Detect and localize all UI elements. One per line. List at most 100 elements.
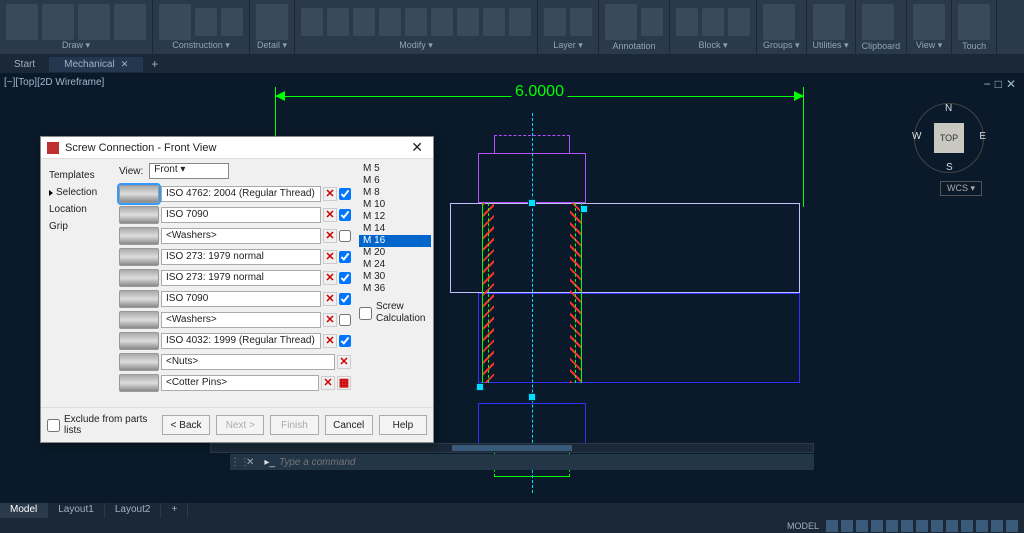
transparency-icon[interactable] — [916, 520, 928, 532]
viewcube-south[interactable]: S — [946, 162, 953, 173]
part-checkbox[interactable] — [339, 335, 351, 347]
part-checkbox[interactable] — [339, 293, 351, 305]
close-icon[interactable]: ✕ — [121, 59, 129, 70]
tab-mechanical[interactable]: Mechanical ✕ — [50, 57, 143, 72]
part-extra-button[interactable]: ▦ — [337, 376, 351, 390]
isolate-icon[interactable] — [961, 520, 973, 532]
ribbon-label-utilities[interactable]: Utilities ▾ — [813, 40, 849, 51]
measure-icon[interactable] — [813, 4, 845, 40]
part-field[interactable]: <Nuts> — [161, 354, 335, 370]
layer-icon[interactable] — [544, 8, 566, 36]
part-checkbox[interactable] — [339, 188, 351, 200]
part-thumbnail[interactable] — [119, 374, 159, 392]
restore-icon[interactable]: □ — [995, 77, 1002, 91]
size-option[interactable]: M 24 — [359, 259, 431, 271]
copy-icon[interactable] — [327, 8, 349, 36]
size-option[interactable]: M 20 — [359, 247, 431, 259]
base-view-icon[interactable] — [913, 4, 945, 40]
part-thumbnail[interactable] — [119, 248, 159, 266]
sidebar-item-location[interactable]: Location — [47, 201, 107, 218]
cmdline-close-icon[interactable]: ✕ — [240, 457, 260, 468]
hardware-accel-icon[interactable] — [976, 520, 988, 532]
ribbon-label-detail[interactable]: Detail ▾ — [256, 40, 288, 51]
grid-snap-icon[interactable] — [826, 520, 838, 532]
ribbon-label-groups[interactable]: Groups ▾ — [763, 40, 800, 51]
viewcube-face-top[interactable]: TOP — [934, 123, 964, 153]
wcs-badge[interactable]: WCS ▾ — [940, 181, 982, 196]
osnap-icon[interactable] — [871, 520, 883, 532]
back-button[interactable]: < Back — [162, 415, 210, 435]
construction-lines-icon[interactable] — [159, 4, 191, 40]
layout-tab-add[interactable]: + — [161, 503, 188, 518]
part-field[interactable]: ISO 273: 1979 normal — [161, 270, 321, 286]
arc-tool-icon[interactable] — [114, 4, 146, 40]
viewcube-east[interactable]: E — [979, 131, 986, 142]
polar-icon[interactable] — [856, 520, 868, 532]
ribbon-label-block[interactable]: Block ▾ — [676, 40, 750, 51]
part-field[interactable]: ISO 4032: 1999 (Regular Thread) — [161, 333, 321, 349]
ortho-icon[interactable] — [841, 520, 853, 532]
view-select[interactable]: Front ▾ — [149, 163, 229, 179]
clean-screen-icon[interactable] — [991, 520, 1003, 532]
ribbon-label-clipboard[interactable]: Clipboard — [862, 41, 901, 51]
help-button[interactable]: Help — [379, 415, 427, 435]
exclude-checkbox[interactable] — [47, 419, 60, 432]
finish-button[interactable]: Finish — [270, 415, 318, 435]
customize-icon[interactable] — [1006, 520, 1018, 532]
mirror-icon[interactable] — [405, 8, 427, 36]
ribbon-label-layer[interactable]: Layer ▾ — [544, 40, 592, 51]
size-option[interactable]: M 5 — [359, 163, 431, 175]
group-icon[interactable] — [763, 4, 795, 40]
part-field[interactable]: <Cotter Pins> — [161, 375, 319, 391]
hide-situation-icon[interactable] — [256, 4, 288, 40]
part-field[interactable]: ISO 273: 1979 normal — [161, 249, 321, 265]
viewcube-north[interactable]: N — [945, 103, 952, 114]
close-viewport-icon[interactable]: ✕ — [1006, 77, 1016, 91]
part-thumbnail[interactable] — [119, 185, 159, 203]
circle-tool-icon[interactable] — [78, 4, 110, 40]
polyline-tool-icon[interactable] — [42, 4, 74, 40]
touch-icon[interactable] — [958, 4, 990, 40]
scale-icon[interactable] — [483, 8, 505, 36]
part-checkbox[interactable] — [339, 230, 351, 242]
size-option[interactable]: M 36 — [359, 283, 431, 295]
ribbon-label-modify[interactable]: Modify ▾ — [301, 40, 531, 51]
remove-part-icon[interactable]: ✕ — [323, 292, 337, 306]
part-thumbnail[interactable] — [119, 290, 159, 308]
otrack-icon[interactable] — [886, 520, 898, 532]
mode-icon[interactable] — [221, 8, 243, 36]
next-button[interactable]: Next > — [216, 415, 264, 435]
dialog-close-icon[interactable]: ✕ — [407, 139, 427, 156]
part-thumbnail[interactable] — [119, 227, 159, 245]
ribbon-label-view[interactable]: View ▾ — [913, 40, 945, 51]
layout-tab-layout1[interactable]: Layout1 — [48, 503, 105, 518]
part-checkbox[interactable] — [339, 272, 351, 284]
part-field[interactable]: <Washers> — [161, 312, 321, 328]
tab-start[interactable]: Start — [0, 57, 50, 72]
dimension-annotation[interactable]: 6.0000 — [275, 87, 804, 107]
remove-part-icon[interactable]: ✕ — [321, 376, 335, 390]
size-option[interactable]: M 12 — [359, 211, 431, 223]
screw-drawing[interactable] — [450, 113, 800, 493]
move-icon[interactable] — [301, 8, 323, 36]
part-field[interactable]: ISO 7090 — [161, 291, 321, 307]
layout-tab-model[interactable]: Model — [0, 503, 48, 518]
part-field[interactable]: ISO 4762: 2004 (Regular Thread) — [161, 186, 321, 202]
cancel-button[interactable]: Cancel — [325, 415, 373, 435]
stretch-icon[interactable] — [457, 8, 479, 36]
annotation-scale-icon[interactable] — [931, 520, 943, 532]
size-option[interactable]: M 30 — [359, 271, 431, 283]
dialog-titlebar[interactable]: Screw Connection - Front View ✕ — [41, 137, 433, 159]
paste-icon[interactable] — [862, 4, 894, 40]
sidebar-item-grip[interactable]: Grip — [47, 218, 107, 235]
size-option[interactable]: M 6 — [359, 175, 431, 187]
multiline-text-icon[interactable] — [605, 4, 637, 40]
cmdline-handle-icon[interactable]: ⋮⋮ — [230, 457, 240, 468]
move-to-layer-icon[interactable] — [570, 8, 592, 36]
remove-part-icon[interactable]: ✕ — [323, 334, 337, 348]
sidebar-item-templates[interactable]: Templates — [47, 167, 107, 184]
viewport-label[interactable]: [−][Top][2D Wireframe] — [4, 77, 104, 88]
scroll-thumb[interactable] — [452, 445, 572, 451]
layout-tab-layout2[interactable]: Layout2 — [105, 503, 162, 518]
part-thumbnail[interactable] — [119, 332, 159, 350]
